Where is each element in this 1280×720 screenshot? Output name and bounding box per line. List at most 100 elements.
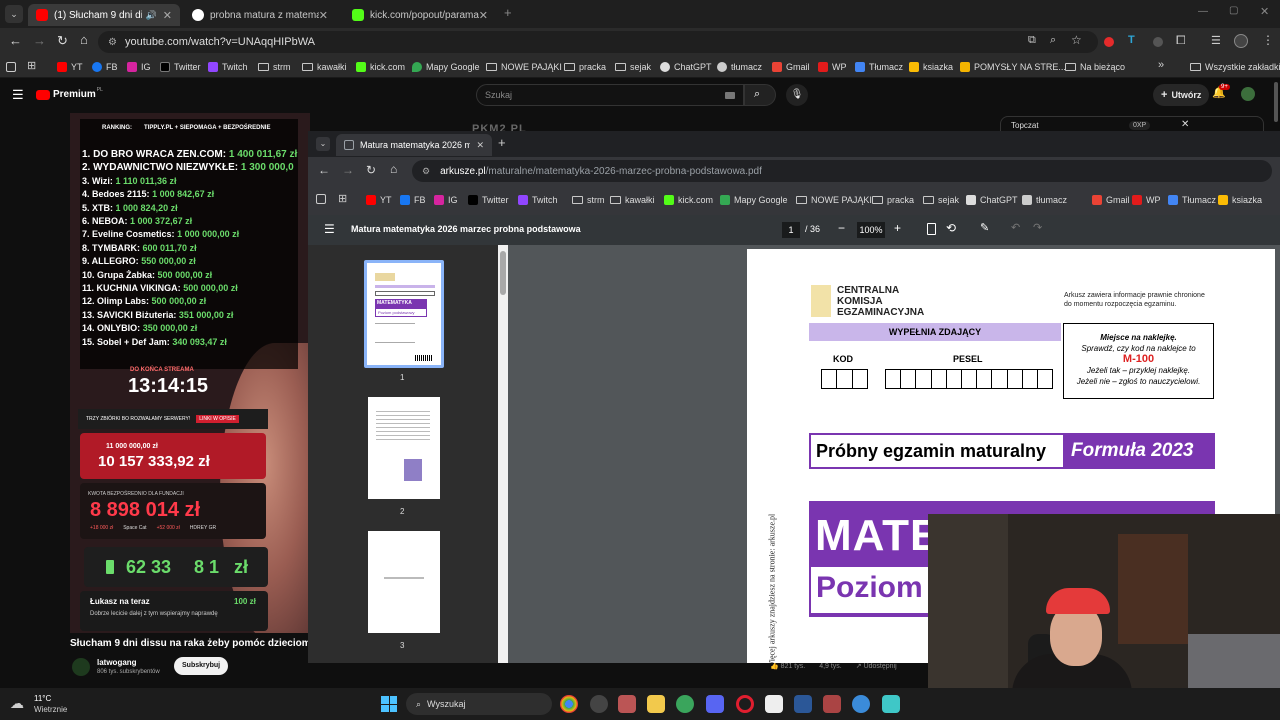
nested-bookmark-item[interactable]: ChatGPT [966, 190, 1018, 210]
nested-bookmark-item[interactable]: IG [434, 190, 458, 210]
tab-search-button[interactable]: ⌄ [5, 5, 23, 23]
close-chat-icon[interactable]: ✕ [1181, 119, 1189, 130]
tab-google-search[interactable]: probna matura z matematyki 2( ✕ [184, 4, 336, 26]
close-icon[interactable]: ✕ [163, 9, 172, 22]
subscribe-button[interactable]: Subskrybuj [174, 657, 229, 675]
game-app-icon[interactable] [618, 695, 636, 713]
hamburger-menu-icon[interactable]: ☰ [12, 87, 24, 103]
bookmark-kawalki[interactable]: kawałki [302, 59, 347, 75]
sidebar-toggle-icon[interactable] [6, 62, 16, 72]
bookmark-pomysly[interactable]: POMYSŁY NA STRE... [960, 59, 1066, 75]
bookmark-twitch[interactable]: Twitch [208, 59, 248, 75]
bookmark-star-icon[interactable]: ☆ [1071, 33, 1082, 47]
close-window-button[interactable]: ✕ [1260, 5, 1269, 18]
share-button[interactable]: ↗ Udostępnij [856, 662, 897, 670]
bookmark-ksiazka[interactable]: ksiazka [909, 59, 953, 75]
nested-bookmark-item[interactable]: Tłumacz [1168, 190, 1216, 210]
nested-bookmark-item[interactable]: Gmail [1092, 190, 1130, 210]
menu-kebab-icon[interactable]: ⋮ [1262, 33, 1274, 47]
nested-bookmark-item[interactable]: pracka [872, 190, 914, 210]
nested-bookmark-item[interactable]: FB [400, 190, 426, 210]
thumbnail-page-2[interactable] [368, 397, 440, 499]
more-bookmarks-chevron-icon[interactable]: » [1158, 59, 1164, 71]
video-player[interactable]: RANKING: TIPPLY.PL + SIEPOMAGA + BEZPOŚR… [70, 113, 310, 633]
fit-page-icon[interactable] [927, 223, 936, 235]
taskbar-search[interactable]: ⌕ Wyszukaj [406, 693, 552, 715]
close-icon[interactable]: ✕ [319, 9, 328, 22]
nested-bookmark-item[interactable]: sejak [923, 190, 959, 210]
zoom-icon[interactable]: ⌕ [1050, 34, 1056, 47]
forward-icon[interactable]: → [33, 33, 46, 48]
pdf-scrollbar[interactable] [498, 245, 508, 663]
reload-icon[interactable]: ↻ [57, 33, 68, 49]
chrome-icon[interactable] [560, 695, 578, 713]
redo-icon[interactable]: ↷ [1033, 221, 1042, 234]
url-bar[interactable]: ⚙ youtube.com/watch?v=UNAqqHIPbWA [98, 31, 1098, 53]
pdf-menu-icon[interactable]: ☰ [324, 222, 335, 236]
photos-icon[interactable] [852, 695, 870, 713]
home-icon[interactable]: ⌂ [80, 32, 88, 47]
discord-icon[interactable] [706, 695, 724, 713]
zoom-in-button[interactable]: + [894, 221, 901, 235]
forward-icon[interactable]: → [342, 163, 354, 177]
weather-icon[interactable]: ☁ [10, 695, 24, 712]
youtube-logo[interactable]: Premium PL [36, 87, 103, 100]
channel-name[interactable]: latwogang [97, 658, 137, 667]
new-tab-button[interactable]: + [504, 5, 512, 20]
nested-bookmark-item[interactable]: strm [572, 190, 605, 210]
reading-list-icon[interactable]: ☰ [1211, 34, 1221, 47]
nested-bookmark-item[interactable]: Twitter [468, 190, 509, 210]
nested-bookmark-item[interactable]: WP [1132, 190, 1161, 210]
annotate-icon[interactable]: ✎ [980, 221, 989, 234]
page-number-input[interactable]: 1 [782, 222, 800, 238]
bookmark-tlumacz2[interactable]: Tłumacz [855, 59, 903, 75]
apps-grid-icon[interactable]: ⊞ [27, 59, 36, 72]
chat-mode-dropdown[interactable]: Topczat [1011, 121, 1039, 130]
close-icon[interactable]: ✕ [476, 140, 484, 151]
profile-avatar[interactable] [1234, 34, 1248, 48]
undo-icon[interactable]: ↶ [1011, 221, 1020, 234]
sidebar-toggle-icon[interactable] [316, 194, 326, 204]
close-icon[interactable]: ✕ [479, 9, 488, 22]
minimize-button[interactable]: — [1198, 6, 1208, 17]
bookmark-strm[interactable]: strm [258, 59, 291, 75]
site-info-icon[interactable]: ⚙ [422, 166, 430, 177]
notes-icon[interactable] [882, 695, 900, 713]
recording-app-icon[interactable] [590, 695, 608, 713]
tab-kick[interactable]: kick.com/popout/paramaxil/ch ✕ [344, 4, 496, 26]
cast-icon[interactable]: ⧉ [1028, 34, 1036, 47]
search-button[interactable]: ⌕ [744, 84, 776, 106]
maximize-button[interactable]: ▢ [1229, 5, 1238, 16]
start-button[interactable] [381, 696, 397, 712]
file-explorer-icon[interactable] [647, 695, 665, 713]
search-input[interactable]: Szukaj [476, 84, 744, 106]
new-tab-button[interactable]: + [498, 135, 506, 150]
opera-icon[interactable] [736, 695, 754, 713]
nested-bookmark-item[interactable]: kawałki [610, 190, 655, 210]
capcut-icon[interactable] [765, 695, 783, 713]
nested-bookmark-item[interactable]: YT [366, 190, 392, 210]
channel-avatar[interactable] [72, 658, 90, 676]
speaker-icon[interactable]: 🔊 [146, 10, 157, 21]
bookmark-ig[interactable]: IG [127, 59, 151, 75]
create-button[interactable]: + Utwórz [1153, 84, 1210, 106]
bookmark-gmail[interactable]: Gmail [772, 59, 810, 75]
nested-bookmark-item[interactable]: tłumacz [1022, 190, 1067, 210]
nested-bookmark-item[interactable]: NOWE PAJĄKI [796, 190, 872, 210]
reload-icon[interactable]: ↻ [366, 163, 376, 177]
tab-pdf[interactable]: Matura matematyka 2026 marz ✕ [336, 134, 492, 156]
bookmark-wp[interactable]: WP [818, 59, 847, 75]
keyboard-icon[interactable] [725, 91, 735, 99]
bookmark-yt[interactable]: YT [57, 59, 83, 75]
extension-icon[interactable]: T [1128, 34, 1135, 46]
home-icon[interactable]: ⌂ [390, 162, 397, 176]
account-avatar[interactable] [1241, 87, 1255, 101]
site-info-icon[interactable]: ⚙ [108, 37, 117, 48]
thumbnail-page-1[interactable]: MATEMATYKA Poziom podstawowy [364, 260, 444, 368]
voice-search-button[interactable]: 🎙 [786, 84, 808, 106]
nested-bookmark-item[interactable]: kick.com [664, 190, 713, 210]
nested-url-bar[interactable]: ⚙ arkusze.pl /maturalne/matematyka-2026-… [412, 160, 1272, 182]
back-icon[interactable]: ← [9, 33, 22, 48]
zoom-out-button[interactable]: − [838, 221, 845, 235]
zoom-input[interactable]: 100% [857, 222, 885, 238]
